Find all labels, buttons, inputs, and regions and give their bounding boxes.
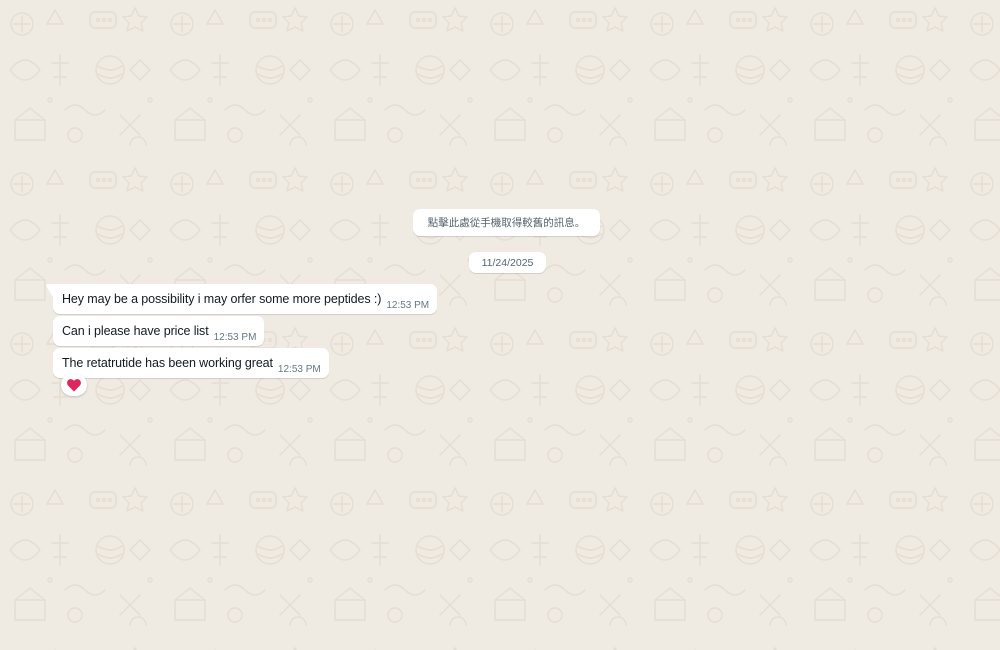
message-timestamp: 12:53 PM bbox=[213, 331, 257, 343]
load-older-messages-notice[interactable]: 點擊此處從手機取得較舊的訊息。 bbox=[413, 209, 600, 236]
incoming-message[interactable]: Can i please have price list 12:53 PM bbox=[53, 316, 265, 346]
message-text: Hey may be a possibility i may orfer som… bbox=[62, 292, 382, 306]
message-text: The retatrutide has been working great bbox=[62, 356, 273, 370]
bubble-tail-icon bbox=[46, 284, 53, 297]
message-timestamp: 12:53 PM bbox=[277, 363, 321, 375]
message-text: Can i please have price list bbox=[62, 324, 209, 338]
message-timestamp: 12:53 PM bbox=[386, 299, 430, 311]
heart-icon bbox=[67, 378, 81, 391]
incoming-message[interactable]: Hey may be a possibility i may orfer som… bbox=[46, 284, 438, 314]
notice-text: 點擊此處從手機取得較舊的訊息。 bbox=[427, 217, 586, 229]
date-separator: 11/24/2025 bbox=[469, 252, 546, 273]
message-reaction[interactable] bbox=[61, 374, 87, 396]
date-label: 11/24/2025 bbox=[481, 256, 534, 269]
incoming-message[interactable]: The retatrutide has been working great 1… bbox=[53, 348, 329, 378]
